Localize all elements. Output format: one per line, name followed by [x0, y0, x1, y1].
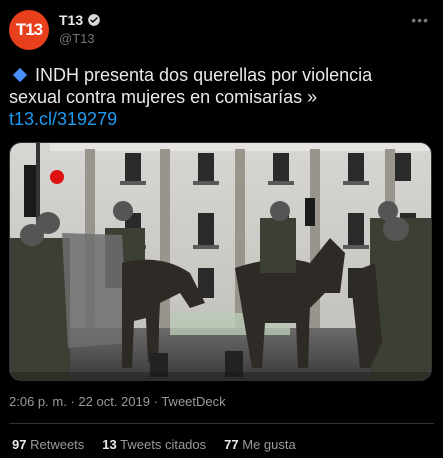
- avatar[interactable]: T13: [9, 10, 49, 50]
- meta-separator: ·: [153, 394, 158, 409]
- avatar-text: T13: [15, 20, 43, 39]
- more-options-icon[interactable]: •••: [411, 12, 429, 28]
- quote-tweets-stat[interactable]: 13 Tweets citados: [102, 437, 206, 452]
- quote-tweets-count: 13: [102, 437, 117, 452]
- verified-badge-icon: [88, 14, 100, 26]
- tweet-date[interactable]: 22 oct. 2019: [78, 394, 150, 409]
- tweet-text: INDH presenta dos querellas por violenci…: [9, 64, 429, 130]
- likes-count: 77: [224, 437, 239, 452]
- retweets-stat[interactable]: 97 Retweets: [12, 437, 84, 452]
- tweet-source[interactable]: TweetDeck: [161, 394, 225, 409]
- police-horses-photo: [10, 143, 431, 380]
- retweets-count: 97: [12, 437, 27, 452]
- engagement-stats: 97 Retweets 13 Tweets citados 77 Me gust…: [12, 437, 296, 452]
- account-name[interactable]: T13: [59, 12, 83, 28]
- meta-separator: ·: [70, 394, 75, 409]
- account-handle[interactable]: @T13: [59, 31, 95, 46]
- tweet-image[interactable]: [9, 142, 432, 381]
- divider: [9, 423, 434, 424]
- blue-diamond-icon: [12, 67, 28, 83]
- likes-stat[interactable]: 77 Me gusta: [224, 437, 296, 452]
- likes-label: Me gusta: [242, 437, 296, 452]
- tweet-timestamp[interactable]: 2:06 p. m. · 22 oct. 2019 · TweetDeck: [9, 394, 226, 409]
- tweet-link[interactable]: t13.cl/319279: [9, 109, 117, 129]
- quote-tweets-label: Tweets citados: [120, 437, 207, 452]
- tweet-time[interactable]: 2:06 p. m.: [9, 394, 67, 409]
- retweets-label: Retweets: [30, 437, 85, 452]
- account-name-row[interactable]: T13: [59, 12, 101, 28]
- tweet-body: INDH presenta dos querellas por violenci…: [9, 65, 373, 107]
